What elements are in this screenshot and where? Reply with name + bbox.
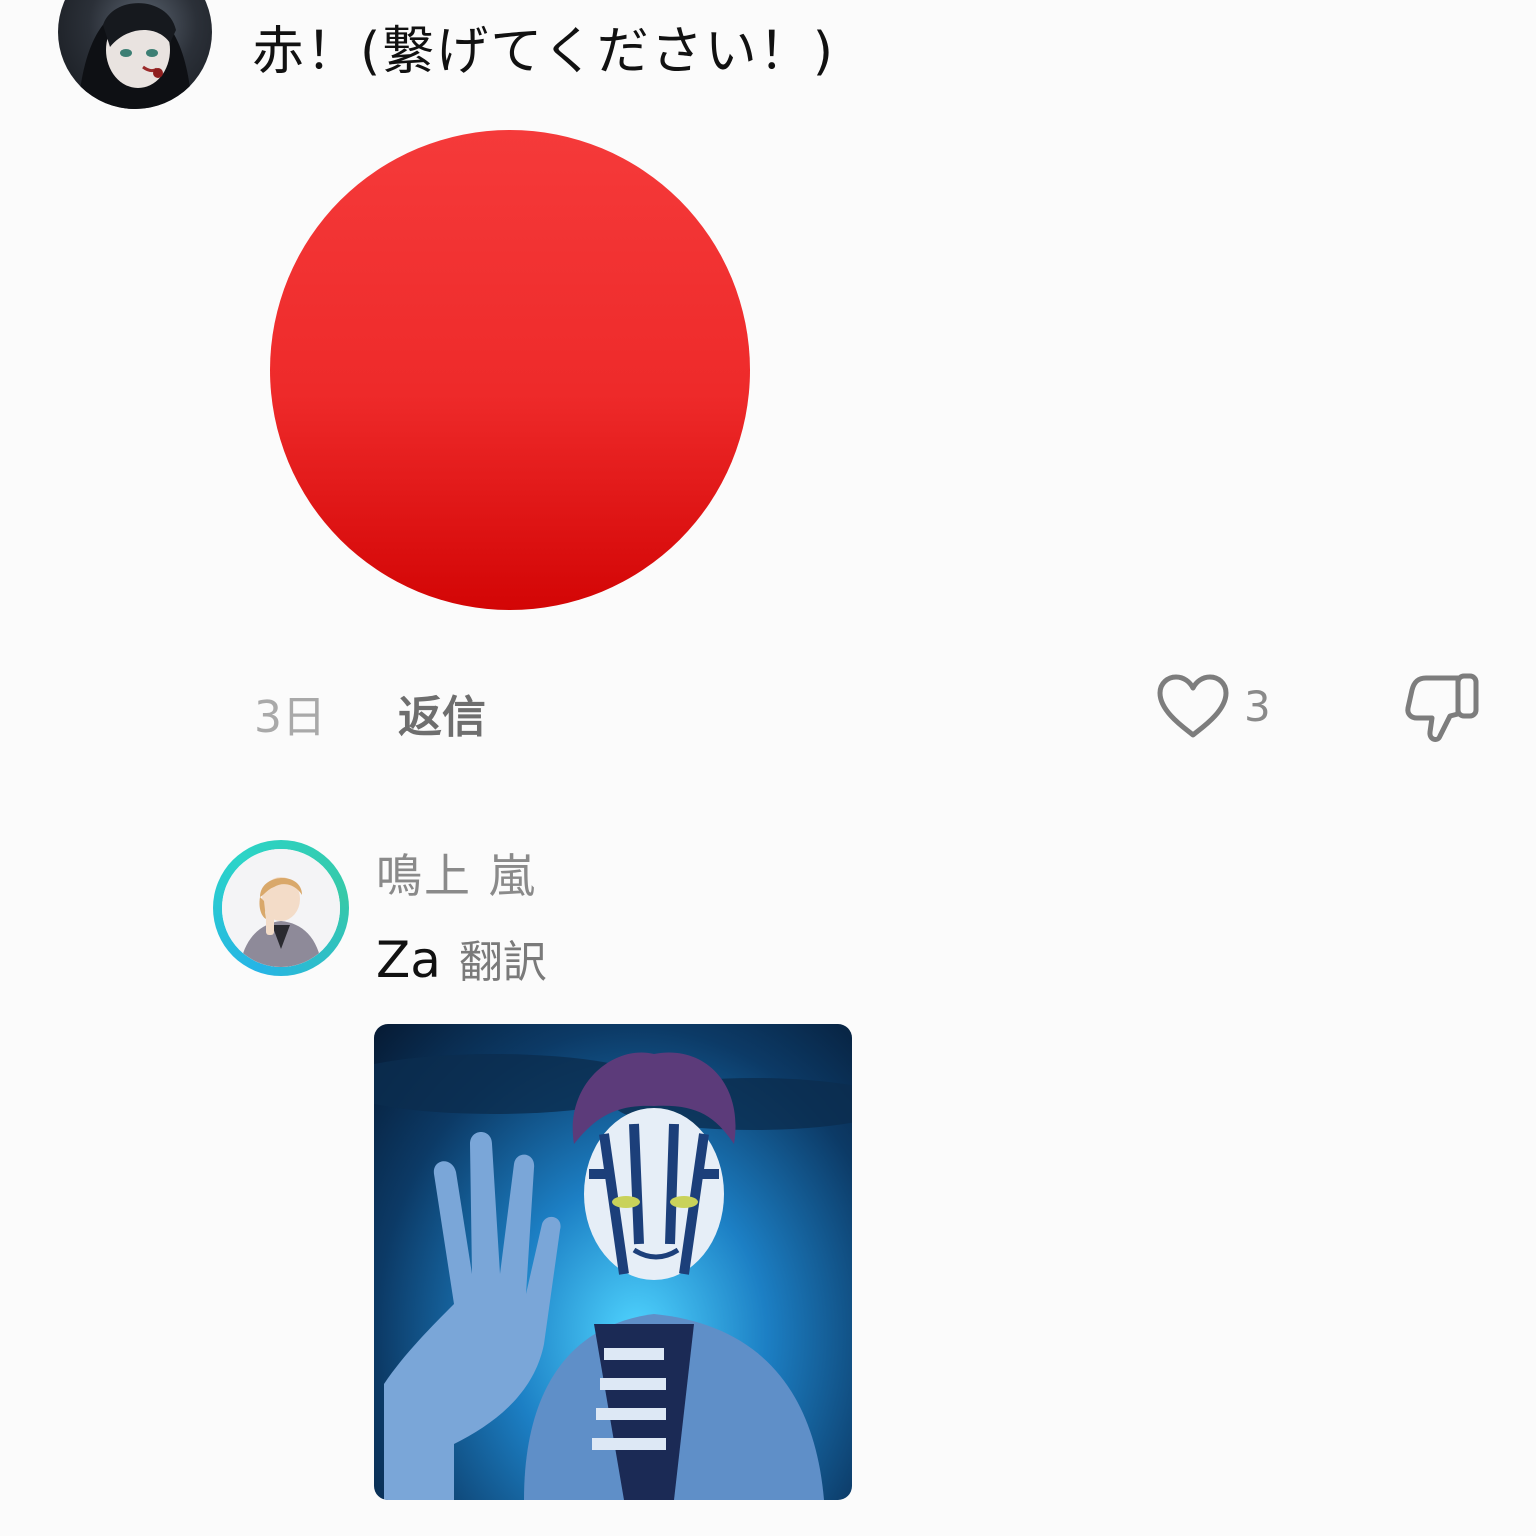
avatar-illustration [222, 849, 340, 967]
comment-text: 赤！(繋げてください！) [252, 22, 836, 82]
thumbs-down-icon [1405, 673, 1479, 742]
translate-button[interactable]: 翻訳 [459, 937, 547, 988]
comment-timestamp: 3日 [254, 692, 326, 743]
like-button[interactable]: 3 [1156, 668, 1296, 744]
avatar-frame [222, 849, 340, 967]
reply-author-name: 鳴上 嵐 [376, 849, 537, 903]
red-circle-image [270, 130, 750, 610]
avatar-illustration [78, 3, 192, 109]
like-count: 3 [1244, 681, 1271, 731]
reply-attached-image[interactable] [374, 1024, 852, 1500]
anime-character-image [374, 1052, 852, 1500]
commenter-avatar[interactable] [58, 0, 212, 109]
reply-content: Za 翻訳 [376, 928, 547, 995]
reply-text: Za [376, 931, 441, 989]
dislike-button[interactable] [1404, 668, 1482, 746]
reply-button[interactable]: 返信 [398, 690, 486, 746]
reply-author-avatar[interactable] [213, 840, 349, 976]
heart-icon [1157, 674, 1229, 738]
